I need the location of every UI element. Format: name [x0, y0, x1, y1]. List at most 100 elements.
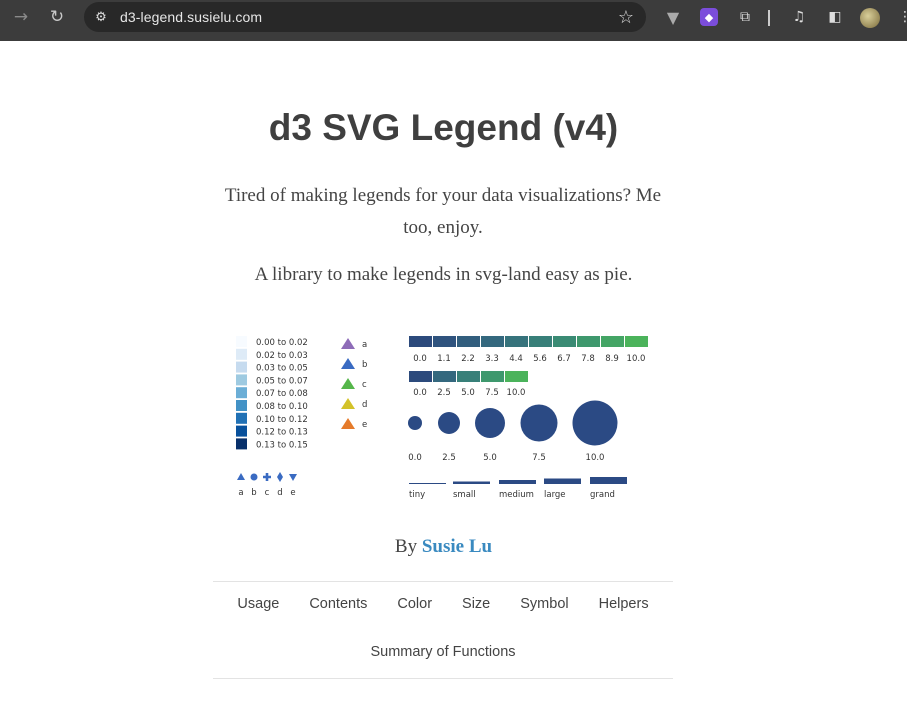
size-label: 10.0	[586, 453, 605, 463]
size-label: 2.5	[442, 453, 456, 463]
line-width-sample	[590, 477, 627, 484]
reload-icon[interactable]: ↻	[46, 6, 68, 28]
color-swatch-label: 0.08 to 0.10	[256, 402, 308, 412]
viridis-swatch	[481, 336, 504, 347]
color-swatch-label: 0.00 to 0.02	[256, 338, 308, 348]
size-circle	[475, 408, 505, 438]
size-circle	[408, 416, 422, 430]
url-text[interactable]: d3-legend.susielu.com	[120, 9, 262, 25]
author-link[interactable]: Susie Lu	[422, 536, 492, 557]
symbol-label: c	[265, 488, 270, 498]
triangle-label: b	[362, 360, 367, 370]
triangle-label: a	[362, 340, 367, 350]
extension-icon[interactable]: ◆	[700, 8, 718, 26]
line-width-label: tiny	[409, 490, 425, 500]
size-circle	[520, 404, 558, 442]
viridis-swatch	[529, 336, 552, 347]
legend-preview-image: 0.00 to 0.020.02 to 0.030.03 to 0.050.05…	[236, 336, 648, 500]
nav-symbol[interactable]: Symbol	[520, 596, 568, 612]
side-panel-icon[interactable]: ◧	[826, 8, 844, 26]
vue-devtools-icon[interactable]: ▼	[664, 8, 682, 27]
site-info-icon[interactable]: ⚙	[92, 8, 110, 26]
symbol-label: d	[277, 488, 282, 498]
viridis-label: 6.7	[557, 354, 571, 364]
browser-toolbar: → ↻ ⚙ d3-legend.susielu.com ☆ ▼ ◆ ⧉ ♫ ◧ …	[0, 0, 907, 41]
toolbar-divider	[768, 10, 770, 26]
viridis-label: 3.3	[485, 354, 499, 364]
subtagline: A library to make legends in svg-land ea…	[254, 264, 633, 285]
line-width-sample	[409, 483, 446, 484]
viridis2-swatch	[505, 371, 528, 382]
triangle-label: c	[362, 380, 367, 390]
viridis-swatch	[553, 336, 576, 347]
nav-size[interactable]: Size	[462, 596, 490, 612]
color-swatch	[236, 348, 247, 360]
symbol-diamond	[277, 472, 283, 482]
viridis-label: 10.0	[627, 354, 646, 364]
triangle-label: d	[362, 400, 367, 410]
color-swatch	[236, 361, 247, 373]
page-title: d3 SVG Legend (v4)	[268, 107, 619, 148]
viridis2-label: 7.5	[485, 388, 499, 398]
viridis-swatch	[577, 336, 600, 347]
viridis2-swatch	[481, 371, 504, 382]
triangle-symbol	[341, 338, 355, 349]
viridis-label: 0.0	[413, 354, 427, 364]
viridis2-label: 10.0	[507, 388, 526, 398]
size-circle	[572, 400, 618, 446]
size-circle	[438, 412, 460, 434]
size-label: 5.0	[483, 453, 497, 463]
nav-usage[interactable]: Usage	[237, 596, 279, 612]
bookmark-star-icon[interactable]: ☆	[618, 7, 634, 28]
media-control-icon[interactable]: ♫	[790, 8, 808, 26]
viridis-swatch	[409, 336, 432, 347]
size-label: 0.0	[408, 453, 422, 463]
color-swatch-label: 0.07 to 0.08	[256, 389, 308, 399]
address-bar[interactable]: ⚙ d3-legend.susielu.com ☆	[84, 2, 646, 32]
viridis-swatch	[601, 336, 624, 347]
symbol-triangle-down	[289, 474, 297, 481]
line-width-sample	[544, 478, 581, 484]
line-width-label: grand	[590, 490, 615, 500]
section-nav: Usage Contents Color Size Symbol Helpers	[213, 596, 673, 612]
color-swatch-label: 0.03 to 0.05	[256, 364, 308, 374]
viridis-swatch	[433, 336, 456, 347]
symbol-cross	[263, 473, 271, 481]
puzzle-icon[interactable]: ⧉	[736, 8, 754, 26]
triangle-symbol	[341, 418, 355, 429]
color-swatch	[236, 400, 247, 411]
viridis-label: 7.8	[581, 354, 595, 364]
triangle-symbol	[341, 358, 355, 369]
color-swatch	[236, 387, 247, 399]
profile-avatar[interactable]	[860, 8, 880, 28]
viridis2-label: 0.0	[413, 388, 427, 398]
size-label: 7.5	[532, 453, 546, 463]
viridis-swatch	[457, 336, 480, 347]
nav-helpers[interactable]: Helpers	[599, 596, 649, 612]
byline: By Susie Lu	[0, 536, 887, 558]
color-swatch-label: 0.13 to 0.15	[256, 440, 308, 450]
back-arrow-icon[interactable]: →	[10, 6, 32, 28]
color-swatch-label: 0.05 to 0.07	[256, 376, 308, 386]
line-width-label: medium	[499, 490, 534, 500]
viridis-label: 5.6	[533, 354, 547, 364]
line-width-label: large	[544, 490, 566, 500]
color-swatch	[236, 412, 247, 424]
symbol-circle	[250, 473, 258, 481]
byline-prefix: By	[394, 536, 418, 557]
triangle-symbol	[341, 398, 355, 409]
viridis-label: 1.1	[437, 354, 451, 364]
tagline: Tired of making legends for your data vi…	[224, 185, 662, 238]
symbol-label: a	[238, 488, 243, 498]
kebab-menu-icon[interactable]: ⋮	[896, 8, 907, 26]
color-swatch-label: 0.10 to 0.12	[256, 415, 308, 425]
triangle-label: e	[362, 420, 367, 430]
nav-summary-of-functions[interactable]: Summary of Functions	[213, 644, 673, 660]
viridis-label: 2.2	[461, 354, 475, 364]
nav-contents[interactable]: Contents	[309, 596, 367, 612]
line-width-sample	[499, 480, 536, 484]
nav-color[interactable]: Color	[397, 596, 432, 612]
triangle-symbol	[341, 378, 355, 389]
viridis2-label: 5.0	[461, 388, 475, 398]
viridis-swatch	[505, 336, 528, 347]
